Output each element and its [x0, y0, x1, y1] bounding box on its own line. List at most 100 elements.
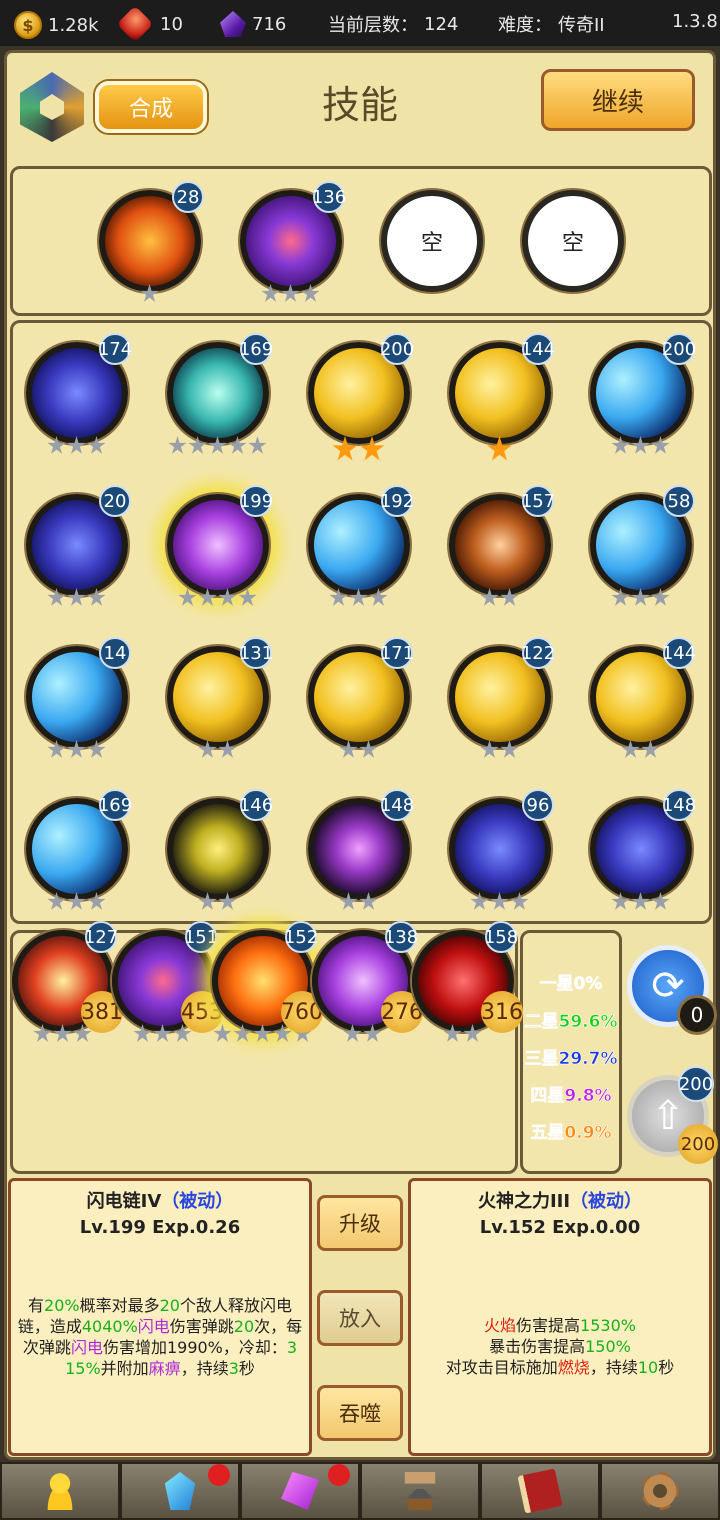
- upgrade-button[interactable]: 升级: [317, 1195, 403, 1251]
- version-label: 1.3.8: [672, 11, 718, 32]
- star-rating: [47, 436, 106, 456]
- notification-dot: [208, 1464, 230, 1486]
- nav-hero[interactable]: [0, 1462, 120, 1520]
- skill-level-badge: 200: [662, 333, 696, 365]
- star-icon: [218, 892, 237, 910]
- star-rating: [261, 284, 320, 304]
- skill-level-badge: 158: [484, 921, 518, 953]
- skill-level-badge: 144: [662, 637, 696, 669]
- star-rating: [343, 1024, 382, 1044]
- difficulty-indicator: 难度： 传奇II: [498, 15, 605, 36]
- skill-level-badge: 169: [239, 333, 273, 365]
- star-icon: [641, 740, 660, 758]
- hero-icon: [41, 1472, 79, 1510]
- star-rating: [198, 892, 237, 912]
- nav-crystal[interactable]: [120, 1462, 240, 1520]
- star-icon: [510, 892, 529, 910]
- star-rating: [133, 1024, 192, 1044]
- notification-dot: [328, 1464, 350, 1486]
- star-rating: [33, 1024, 92, 1044]
- star-icon: [611, 436, 630, 454]
- continue-button[interactable]: 继续: [541, 69, 695, 131]
- star-rating: [47, 588, 106, 608]
- star-icon: [349, 588, 368, 606]
- star-icon: [153, 1024, 172, 1042]
- star-icon: [53, 1024, 72, 1042]
- skill-level-badge: 148: [662, 789, 696, 821]
- star-rating: [198, 740, 237, 760]
- star-rating: [480, 740, 519, 760]
- skill-level-badge: 58: [663, 485, 695, 517]
- skill-level-badge: 136: [312, 181, 346, 213]
- empty-slot[interactable]: 空: [522, 190, 624, 292]
- refresh-count-badge: 0: [677, 995, 717, 1035]
- star-icon: [213, 1024, 232, 1042]
- anvil-icon: [404, 1472, 436, 1510]
- purple-crystal-icon: [220, 11, 246, 37]
- skill-level: Lv.199 Exp.0.26: [79, 1217, 241, 1238]
- gold-coin-icon: $: [14, 11, 42, 39]
- refresh-icon: ⟳: [651, 963, 685, 1009]
- skill-type: （被动）: [570, 1191, 643, 1212]
- top-bar: $1.28k 10 716 当前层数： 124 难度： 传奇II 1.3.8: [0, 0, 720, 46]
- star-icon: [47, 892, 66, 910]
- arrow-up-icon: ⇧: [651, 1093, 685, 1139]
- merge-button[interactable]: 合成: [95, 81, 207, 133]
- skill-level-badge: 200: [380, 333, 414, 365]
- devour-button[interactable]: 吞噬: [317, 1385, 403, 1441]
- page-title: 技能: [321, 83, 398, 127]
- star-icon: [631, 436, 650, 454]
- nav-settings[interactable]: [600, 1462, 720, 1520]
- star-icon: [363, 1024, 382, 1042]
- star-rating: [621, 740, 660, 760]
- level-up-level-badge: 200: [678, 1066, 714, 1102]
- star-icon: [47, 436, 66, 454]
- skill-level-badge: 174: [98, 333, 132, 365]
- star-icon: [339, 740, 358, 758]
- skill-level-badge: 148: [380, 789, 414, 821]
- star-icon: [343, 1024, 362, 1042]
- star-icon: [611, 892, 630, 910]
- star-icon: [611, 588, 630, 606]
- star-icon: [490, 892, 509, 910]
- star-icon: [198, 740, 217, 758]
- gem-icon: [281, 1472, 319, 1510]
- empty-slot[interactable]: 空: [381, 190, 483, 292]
- star-icon: [359, 892, 378, 910]
- star-icon: [470, 892, 489, 910]
- skill-description: 火焰伤害提高1530% 暴击伤害提高150% 对攻击目标施加燃烧，持续10秒: [445, 1316, 675, 1377]
- rate-5-star: 五星0.9%: [530, 1123, 612, 1144]
- star-icon: [443, 1024, 462, 1042]
- star-icon: [198, 588, 217, 606]
- nav-anvil[interactable]: [360, 1462, 480, 1520]
- skill-level-badge: 199: [239, 485, 273, 517]
- star-rating: [339, 740, 378, 760]
- selected-skill-info: 闪电链IV（被动） Lv.199 Exp.0.26 有20%概率对最多20个敌人…: [8, 1178, 312, 1456]
- star-rating: [329, 588, 388, 608]
- star-icon: [369, 588, 388, 606]
- star-icon: [463, 1024, 482, 1042]
- star-icon: [480, 740, 499, 758]
- rate-1-star: 一星0%: [539, 974, 603, 995]
- rate-2-star: 二星59.6%: [524, 1012, 618, 1033]
- star-icon: [67, 588, 86, 606]
- star-icon: [651, 436, 670, 454]
- skill-level-badge: 171: [380, 637, 414, 669]
- put-in-button[interactable]: 放入: [317, 1290, 403, 1346]
- star-icon: [198, 892, 217, 910]
- star-icon: [253, 1024, 272, 1042]
- star-rating: [168, 436, 267, 456]
- skill-level-badge: 14: [99, 637, 131, 669]
- star-icon: [67, 892, 86, 910]
- nav-book[interactable]: [480, 1462, 600, 1520]
- star-icon: [218, 588, 237, 606]
- star-icon: [87, 740, 106, 758]
- star-icon: [188, 436, 207, 454]
- skill-level-badge: 192: [380, 485, 414, 517]
- star-rating: [480, 588, 519, 608]
- star-icon: [500, 588, 519, 606]
- skill-name: 闪电链IV: [86, 1191, 162, 1212]
- bottom-nav: [0, 1462, 720, 1520]
- star-icon: [178, 588, 197, 606]
- nav-gem[interactable]: [240, 1462, 360, 1520]
